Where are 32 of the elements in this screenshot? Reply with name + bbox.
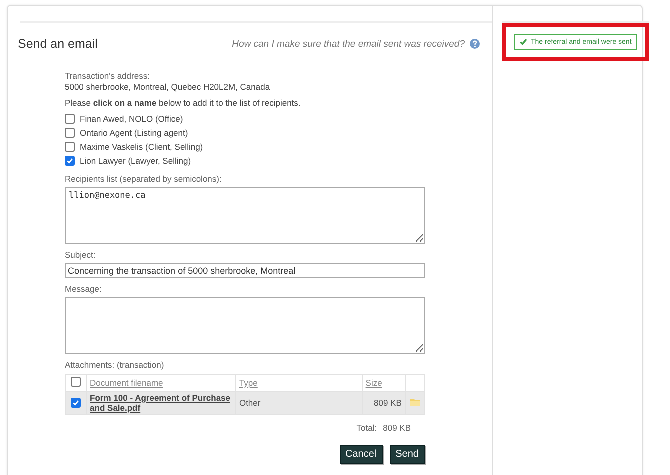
table-cell: 809 KB (362, 392, 406, 414)
checkbox[interactable] (65, 128, 75, 138)
instructions-text: Please click on a name below to add it to the list of recipients. (65, 98, 302, 109)
field-label: Recipients list (separated by semicolons): (65, 174, 223, 185)
field-label: Subject: (65, 250, 97, 261)
field-label: Message: (65, 284, 103, 295)
contact-name[interactable]: Lion Lawyer (Lawyer, Selling) (80, 156, 192, 166)
checkbox[interactable] (65, 114, 75, 124)
column-header[interactable]: Document filename (86, 374, 236, 392)
contact-name[interactable]: Ontario Agent (Listing agent) (80, 128, 188, 138)
attachments-label: Attachments: (transaction) (65, 360, 166, 371)
total-label: Total: (356, 423, 378, 433)
contact-name[interactable]: Maxime Vaskelis (Client, Selling) (80, 142, 204, 152)
subject-field[interactable]: Concerning the transaction of 5000 sherbrooke, Montreal (65, 263, 425, 278)
checkbox[interactable] (65, 156, 75, 166)
action-button[interactable]: Send (390, 445, 425, 464)
checkbox[interactable] (65, 142, 75, 152)
address-text: 5000 sherbrooke, Montreal, Quebec H20L2M, Canada (65, 82, 272, 93)
checkbox[interactable] (71, 377, 82, 387)
recipients-field[interactable]: llion@nexone.ca (65, 187, 425, 244)
column-header[interactable]: Type (236, 374, 362, 392)
help-link[interactable]: How can I make sure that the email sent was received? (232, 38, 465, 50)
checkbox[interactable] (71, 398, 82, 408)
help-icon (470, 39, 480, 49)
action-button[interactable]: Cancel (340, 445, 383, 464)
total-value: 809 KB (383, 423, 411, 433)
contact-name[interactable]: Finan Awed, NOLO (Office) (80, 114, 184, 124)
check-icon (519, 38, 528, 46)
table-cell: Other (236, 392, 362, 414)
message-field[interactable] (65, 297, 425, 354)
section-title: Send an email (18, 37, 98, 51)
address-label: Transaction's address: (65, 71, 151, 82)
